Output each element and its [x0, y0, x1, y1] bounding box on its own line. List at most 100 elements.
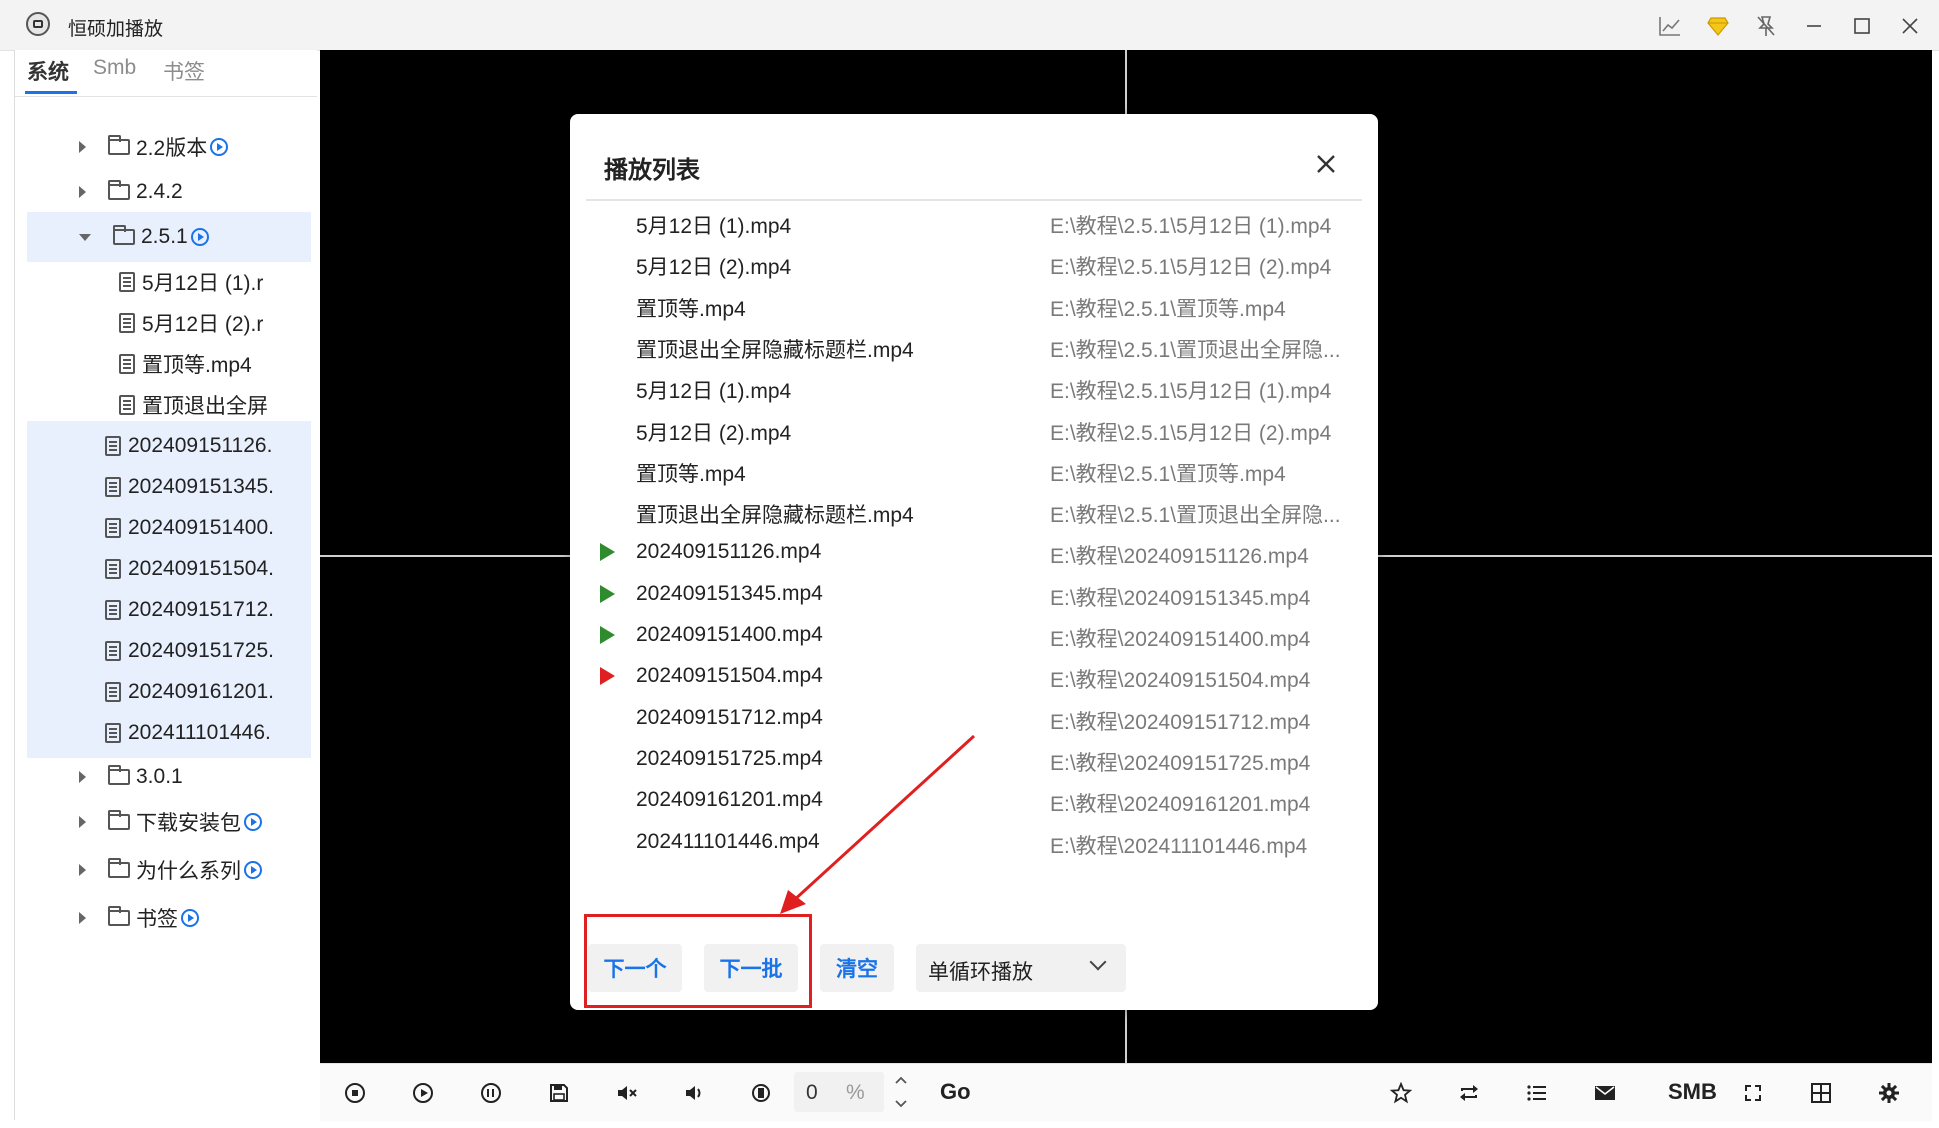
bottom-toolbar: 0 % Go SMB [320, 1063, 1932, 1121]
smb-button[interactable]: SMB [1668, 1079, 1717, 1105]
tree-item-label: 2.5.1 [141, 225, 188, 248]
file-icon [105, 436, 121, 456]
tree-item-label: 置顶等.mp4 [142, 354, 252, 377]
folder-icon [108, 765, 130, 785]
folder-icon [108, 858, 130, 878]
play-circle-icon[interactable] [190, 228, 209, 246]
mail-icon[interactable] [1588, 1076, 1622, 1110]
chart-icon[interactable] [1652, 8, 1688, 44]
playlist-item[interactable]: 5月12日 (2).mp4 E:\教程\2.5.1\5月12日 (2).mp4 [586, 242, 1362, 283]
tree-item-label: 202409151345. [128, 475, 274, 498]
playlist-item[interactable]: 5月12日 (1).mp4 E:\教程\2.5.1\5月12日 (1).mp4 [586, 366, 1362, 407]
tab-bookmarks[interactable]: 书签 [163, 56, 205, 86]
play-icon[interactable] [406, 1076, 440, 1110]
playlist-item-name: 5月12日 (2).mp4 [636, 256, 792, 280]
pin-icon[interactable] [1748, 8, 1784, 44]
file-icon [119, 395, 135, 415]
play-circle-icon[interactable] [181, 909, 199, 927]
play-circle-icon[interactable] [210, 138, 229, 156]
tree-folder[interactable]: 书签 [15, 893, 311, 943]
close-icon[interactable] [1308, 146, 1344, 182]
caret-down-icon[interactable] [79, 233, 91, 241]
tree-item-label: 下载安装包 [136, 812, 241, 835]
tab-system[interactable]: 系统 [27, 56, 69, 86]
playlist-item[interactable]: 202409151504.mp4 E:\教程\202409151504.mp4 [586, 655, 1362, 696]
playlist-item[interactable]: 置顶等.mp4 E:\教程\2.5.1\置顶等.mp4 [586, 449, 1362, 490]
play-mode-select[interactable]: 单循环播放 [916, 944, 1126, 992]
play-mode-value: 单循环播放 [928, 961, 1033, 984]
sidebar-tabs: 系统 Smb 书签 [15, 50, 317, 97]
played-marker-icon [600, 543, 615, 562]
save-icon[interactable] [542, 1076, 576, 1110]
playlist-item[interactable]: 202409151126.mp4 E:\教程\202409151126.mp4 [586, 531, 1362, 572]
diamond-icon[interactable] [1700, 8, 1736, 44]
caret-right-icon[interactable] [79, 912, 86, 924]
tree-folder[interactable]: 2.4.2 [15, 167, 311, 217]
playlist-item-name: 置顶等.mp4 [636, 297, 746, 321]
playlist-item-name: 置顶退出全屏隐藏标题栏.mp4 [636, 338, 914, 362]
tree-item-label: 202409151400. [128, 516, 274, 539]
caret-right-icon[interactable] [79, 186, 86, 198]
volume-input[interactable]: 0 % [794, 1072, 884, 1112]
caret-right-icon[interactable] [79, 141, 86, 153]
tree-item-label: 5月12日 (1).r [142, 272, 264, 295]
play-circle-icon[interactable] [244, 861, 262, 879]
volume-control-icon[interactable] [744, 1076, 778, 1110]
minimize-icon[interactable] [1796, 8, 1832, 44]
caret-right-icon[interactable] [79, 816, 86, 828]
settings-icon[interactable] [1872, 1076, 1906, 1110]
tree-folder[interactable]: 下载安装包 [15, 797, 311, 847]
playlist-item[interactable]: 5月12日 (1).mp4 E:\教程\2.5.1\5月12日 (1).mp4 [586, 201, 1362, 242]
tree-folder[interactable]: 为什么系列 [15, 845, 311, 895]
annotation-arrow [780, 734, 976, 914]
playlist-item-path: E:\教程\2.5.1\5月12日 (2).mp4 [1050, 421, 1332, 445]
playlist-item-path: E:\教程\202409161201.mp4 [1050, 793, 1311, 817]
close-icon[interactable] [1892, 8, 1928, 44]
pause-icon[interactable] [474, 1076, 508, 1110]
playlist-item-path: E:\教程\2.5.1\置顶退出全屏隐... [1050, 338, 1341, 362]
active-tab-indicator [25, 91, 77, 94]
maximize-icon[interactable] [1844, 8, 1880, 44]
volume-value: 0 [806, 1081, 818, 1104]
playlist-item-path: E:\教程\2.5.1\5月12日 (1).mp4 [1050, 380, 1332, 404]
caret-right-icon[interactable] [79, 771, 86, 783]
star-icon[interactable] [1384, 1076, 1418, 1110]
clear-button[interactable]: 清空 [820, 944, 894, 992]
tree-item-label: 202409161201. [128, 680, 274, 703]
app-title: 恒硕加播放 [68, 19, 164, 40]
tree-file[interactable]: 202411101446. [27, 708, 311, 758]
caret-right-icon[interactable] [79, 864, 86, 876]
playlist-item-name: 置顶退出全屏隐藏标题栏.mp4 [636, 504, 914, 528]
stepper-down-icon[interactable] [892, 1094, 910, 1114]
playlist-item[interactable]: 置顶退出全屏隐藏标题栏.mp4 E:\教程\2.5.1\置顶退出全屏隐... [586, 325, 1362, 366]
tree-item-label: 202409151504. [128, 557, 274, 580]
repeat-icon[interactable] [1452, 1076, 1486, 1110]
playlist-item[interactable]: 置顶退出全屏隐藏标题栏.mp4 E:\教程\2.5.1\置顶退出全屏隐... [586, 490, 1362, 531]
playlist-item[interactable]: 5月12日 (2).mp4 E:\教程\2.5.1\5月12日 (2).mp4 [586, 408, 1362, 449]
play-circle-icon[interactable] [244, 813, 262, 831]
go-button[interactable]: Go [940, 1079, 971, 1105]
playlist-item-name: 202409151400.mp4 [636, 623, 823, 646]
file-icon [105, 600, 121, 620]
tree-item-label: 3.0.1 [136, 765, 183, 788]
tree-item-label: 202409151126. [128, 434, 273, 457]
tree-folder[interactable]: 2.5.1 [27, 212, 311, 262]
tree-folder[interactable]: 3.0.1 [15, 752, 311, 802]
stop-icon[interactable] [338, 1076, 372, 1110]
tab-smb[interactable]: Smb [93, 56, 136, 80]
playlist-item[interactable]: 202409151345.mp4 E:\教程\202409151345.mp4 [586, 573, 1362, 614]
tree-folder[interactable]: 2.2版本 [15, 122, 311, 172]
fullscreen-icon[interactable] [1736, 1076, 1770, 1110]
playlist-item[interactable]: 202409151400.mp4 E:\教程\202409151400.mp4 [586, 614, 1362, 655]
file-icon [105, 559, 121, 579]
volume-icon[interactable] [678, 1076, 712, 1110]
grid-layout-icon[interactable] [1804, 1076, 1838, 1110]
playlist-item[interactable]: 置顶等.mp4 E:\教程\2.5.1\置顶等.mp4 [586, 284, 1362, 325]
mute-icon[interactable] [610, 1076, 644, 1110]
annotation-highlight-box [584, 914, 812, 1008]
playlist-icon[interactable] [1520, 1076, 1554, 1110]
tree-item-label: 为什么系列 [136, 860, 241, 883]
playlist-item-name: 置顶等.mp4 [636, 462, 746, 486]
stepper-up-icon[interactable] [892, 1070, 910, 1090]
playlist-item-path: E:\教程\2.5.1\置顶等.mp4 [1050, 462, 1286, 486]
